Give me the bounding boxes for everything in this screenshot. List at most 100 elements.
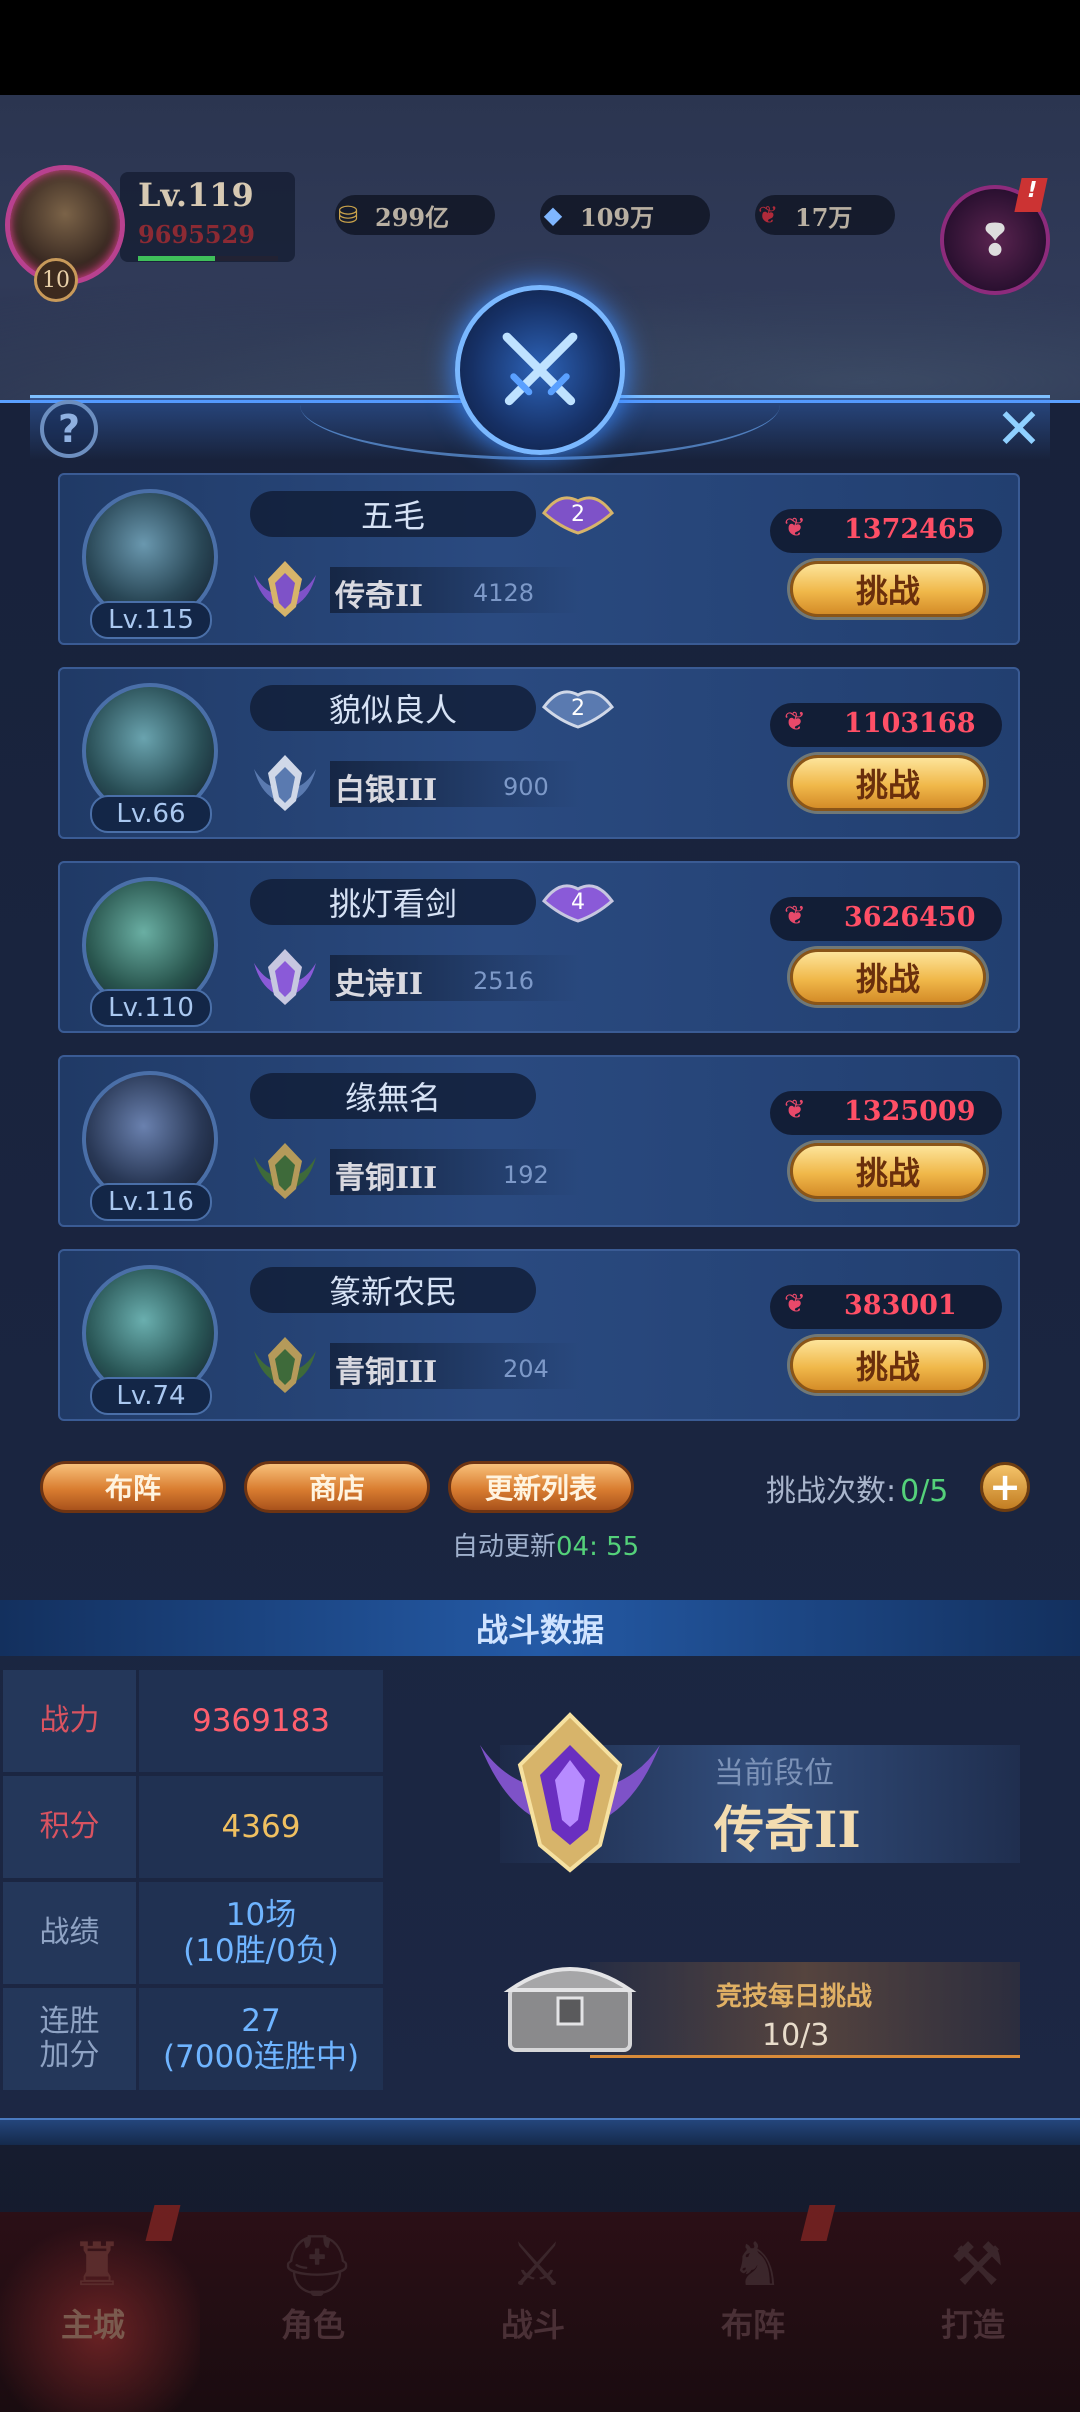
opponent-name: 挑灯看剑 [250, 879, 536, 925]
diamond-icon: ◆ [543, 201, 563, 229]
daily-challenge-title: 竞技每日挑战 [716, 1982, 873, 2012]
stat-value-line: 4369 [221, 1809, 301, 1845]
challenge-count: 挑战次数: 0/5 [766, 1466, 948, 1510]
crossed-swords-icon: ⚔ [510, 2230, 564, 2300]
crossed-swords-icon [502, 332, 578, 406]
vip-badge: 10 [34, 258, 78, 302]
challenge-count-label: 挑战次数: [766, 1474, 897, 1509]
scroll-icon: ❢ [976, 214, 1014, 266]
shop-button[interactable]: 商店 [244, 1461, 430, 1513]
help-icon: ? [57, 407, 81, 451]
opponent-card[interactable]: Lv.66 貌似良人 2 白银III 900 ❦ 1103168 挑战 [58, 667, 1020, 839]
stat-value-line: 10场 [225, 1897, 297, 1933]
nav-item-label[interactable]: 打造 [941, 2300, 1005, 2346]
help-button[interactable]: ? [40, 400, 98, 458]
refresh-list-button[interactable]: 更新列表 [448, 1461, 634, 1513]
ruby-value: 17万 [795, 202, 853, 232]
opponent-rank: 青铜III [335, 1161, 438, 1196]
close-icon: ✕ [995, 396, 1043, 462]
stat-value: 10场 (10胜/0负) [139, 1882, 383, 1984]
opponent-card[interactable]: Lv.116 缘無名 青铜III 192 ❦ 1325009 挑战 [58, 1055, 1020, 1227]
castle-icon: ♜ [70, 2230, 124, 2300]
nav-item-label[interactable]: 主城 [61, 2300, 125, 2346]
opponent-level: Lv.74 [90, 1377, 212, 1415]
stat-value: 27 (7000连胜中) [139, 1988, 383, 2090]
opponent-name: 缘無名 [250, 1073, 536, 1119]
rank-emblem-icon [254, 949, 316, 1005]
player-level: Lv.119 [138, 176, 254, 214]
opponent-card[interactable]: Lv.74 篆新农民 青铜III 204 ❦ 383001 挑战 [58, 1249, 1020, 1421]
opponent-rank: 白银III [335, 773, 438, 808]
diamond-value: 109万 [580, 202, 655, 232]
top-hud: 10 Lv.119 9695529 ⛁ 299亿 ◆ 109万 ❦ 17万 ❢ … [0, 160, 1080, 302]
opponent-power: 1103168 [844, 708, 976, 739]
opponent-card[interactable]: Lv.115 五毛 2 传奇II 4128 ❦ 1372465 挑战 [58, 473, 1020, 645]
opponent-level: Lv.110 [90, 989, 212, 1027]
ruby-feather-icon: ❦ [757, 201, 779, 229]
stat-key: 战绩 [3, 1882, 136, 1984]
formation-icon: ♞ [730, 2230, 784, 2300]
opponent-name: 五毛 [250, 491, 536, 537]
opponent-rank: 史诗II [335, 967, 424, 1002]
stat-value: 4369 [139, 1776, 383, 1878]
opponent-rank-points: 192 [503, 1161, 549, 1189]
daily-challenge-value: 10/3 [762, 2018, 830, 2053]
rank-emblem-icon [254, 1337, 316, 1393]
ruby-feather-icon: ❦ [784, 513, 806, 543]
lineup-button[interactable]: 布阵 [40, 1461, 226, 1513]
plus-icon: + [989, 1465, 1021, 1509]
current-rank: 传奇II [714, 1800, 861, 1859]
stat-value-sub: (10胜/0负) [183, 1933, 339, 1969]
helmet-icon: ⛑ [278, 2230, 356, 2301]
opponent-rank-points: 204 [503, 1355, 549, 1383]
auto-refresh-time: 04: 55 [556, 1532, 640, 1562]
exp-bar-fill [138, 256, 215, 261]
ruby-resource[interactable]: ❦ 17万 [755, 195, 895, 235]
anvil-icon: ⚒ [950, 2230, 1004, 2300]
gold-resource[interactable]: ⛁ 299亿 [335, 195, 495, 235]
star-badge-icon: 2 [541, 690, 615, 729]
panel-bottom-edge [0, 2118, 1080, 2145]
opponent-rank-points: 4128 [473, 579, 535, 607]
add-challenge-button[interactable]: + [980, 1462, 1030, 1512]
opponent-power: 383001 [844, 1290, 957, 1321]
ruby-feather-icon: ❦ [784, 707, 806, 737]
star-badge-count: 2 [571, 502, 585, 527]
opponent-power: 3626450 [844, 902, 976, 933]
stat-value: 9369183 [139, 1670, 383, 1772]
ruby-feather-icon: ❦ [784, 901, 806, 931]
opponent-rank-points: 900 [503, 773, 549, 801]
challenge-count-value: 0/5 [900, 1474, 949, 1509]
star-badge-icon: 2 [541, 496, 615, 535]
legend-rank-emblem-icon [480, 1712, 660, 1873]
opponent-rank: 传奇II [335, 579, 424, 614]
challenge-button[interactable]: 挑战 [790, 949, 986, 1005]
challenge-button[interactable]: 挑战 [790, 561, 986, 617]
nav-item-label[interactable]: 角色 [281, 2300, 345, 2346]
auto-refresh-timer: 自动更新04: 55 [452, 1526, 639, 1563]
challenge-button[interactable]: 挑战 [790, 1337, 986, 1393]
chest-icon[interactable] [500, 1948, 640, 2058]
challenge-button[interactable]: 挑战 [790, 1143, 986, 1199]
stat-row-streak: 连胜 加分 27 (7000连胜中) [3, 1988, 383, 2090]
opponent-name: 貌似良人 [250, 685, 536, 731]
stat-row-power: 战力 9369183 [3, 1670, 383, 1772]
arena-crest [455, 285, 625, 455]
ruby-feather-icon: ❦ [784, 1095, 806, 1125]
stat-value-line: 27 [241, 2003, 281, 2039]
player-power: 9695529 [138, 220, 255, 249]
star-badge-count: 2 [571, 696, 585, 721]
opponent-level: Lv.66 [90, 795, 212, 833]
exp-bar [138, 256, 278, 261]
stat-row-points: 积分 4369 [3, 1776, 383, 1878]
opponent-card[interactable]: Lv.110 挑灯看剑 4 史诗II 2516 ❦ 3626450 挑战 [58, 861, 1020, 1033]
challenge-button[interactable]: 挑战 [790, 755, 986, 811]
nav-item-label[interactable]: 战斗 [501, 2300, 565, 2346]
opponent-power: 1372465 [844, 514, 976, 545]
stat-row-record: 战绩 10场 (10胜/0负) [3, 1882, 383, 1984]
opponent-name: 篆新农民 [250, 1267, 536, 1313]
stat-key: 战力 [3, 1670, 136, 1772]
diamond-resource[interactable]: ◆ 109万 [540, 195, 710, 235]
close-button[interactable]: ✕ [990, 397, 1048, 462]
nav-item-label[interactable]: 布阵 [721, 2300, 785, 2346]
